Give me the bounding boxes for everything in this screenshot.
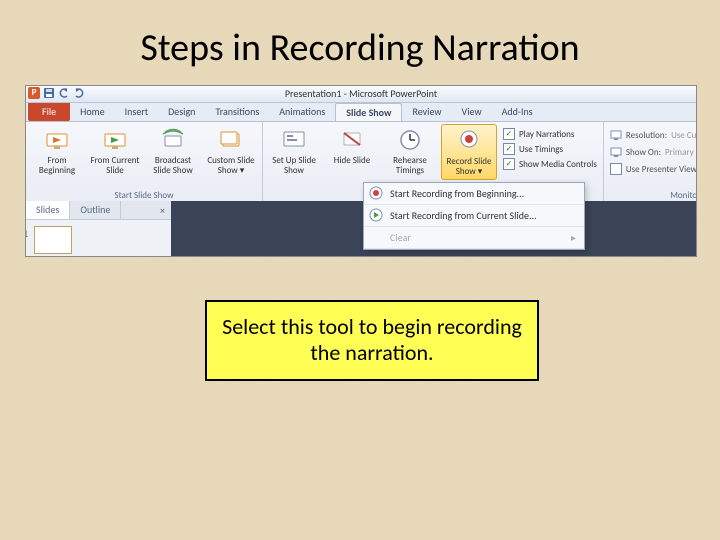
app-icon: P bbox=[28, 87, 40, 99]
checkbox-icon: ✓ bbox=[503, 128, 515, 140]
undo-icon[interactable] bbox=[58, 87, 70, 99]
ribbon-tabs: File Home Insert Design Transitions Anim… bbox=[26, 103, 696, 122]
checkbox-icon: ✓ bbox=[503, 158, 515, 170]
dd-label: Start Recording from Beginning... bbox=[390, 187, 524, 200]
show-media-label: Show Media Controls bbox=[519, 159, 597, 170]
play-narrations-option[interactable]: ✓ Play Narrations bbox=[503, 128, 597, 140]
custom-slideshow-label: Custom Slide Show ▾ bbox=[205, 156, 257, 176]
checkbox-icon: ✓ bbox=[610, 163, 622, 175]
pane-tab-slides[interactable]: Slides bbox=[26, 201, 70, 219]
chevron-right-icon: ▸ bbox=[571, 231, 576, 244]
hide-slide-icon bbox=[338, 126, 366, 154]
show-on-setting[interactable]: Show On: Primary Monitor ▾ bbox=[610, 145, 697, 159]
show-media-option[interactable]: ✓ Show Media Controls bbox=[503, 158, 597, 170]
from-current-label: From Current Slide bbox=[89, 156, 141, 176]
tab-animations[interactable]: Animations bbox=[269, 103, 335, 121]
use-timings-label: Use Timings bbox=[519, 144, 563, 155]
show-on-value: Primary Monitor bbox=[665, 147, 697, 158]
projector-play-icon bbox=[101, 126, 129, 154]
powerpoint-window: P Presentation1 - Microsoft PowerPoint F… bbox=[25, 85, 697, 257]
custom-slideshow-button[interactable]: Custom Slide Show ▾ bbox=[204, 124, 258, 178]
record-dropdown: Start Recording from Beginning... Start … bbox=[363, 182, 585, 250]
save-icon[interactable] bbox=[43, 87, 55, 99]
dropdown-item-from-current[interactable]: Start Recording from Current Slide... bbox=[364, 205, 584, 227]
tab-view[interactable]: View bbox=[452, 103, 492, 121]
rehearse-button[interactable]: Rehearse Timings bbox=[383, 124, 437, 178]
setup-options: ✓ Play Narrations ✓ Use Timings ✓ Show M… bbox=[501, 124, 599, 174]
pane-tab-outline[interactable]: Outline bbox=[70, 201, 121, 219]
record-icon bbox=[368, 185, 384, 201]
record-slideshow-button[interactable]: Record Slide Show ▾ bbox=[441, 124, 497, 180]
projector-icon bbox=[43, 126, 71, 154]
presenter-view-label: Use Presenter View bbox=[626, 164, 697, 175]
broadcast-button[interactable]: Broadcast Slide Show bbox=[146, 124, 200, 178]
titlebar: P Presentation1 - Microsoft PowerPoint bbox=[26, 86, 696, 103]
show-on-label: Show On: bbox=[626, 147, 661, 158]
record-icon bbox=[455, 127, 483, 155]
presenter-view-option[interactable]: ✓ Use Presenter View bbox=[610, 162, 697, 176]
from-beginning-button[interactable]: From Beginning bbox=[30, 124, 84, 178]
resolution-setting[interactable]: Resolution: Use Current Resolution ▾ bbox=[610, 128, 697, 142]
hide-slide-button[interactable]: Hide Slide bbox=[325, 124, 379, 168]
slide-title: Steps in Recording Narration bbox=[0, 25, 720, 71]
dropdown-item-from-beginning[interactable]: Start Recording from Beginning... bbox=[364, 183, 584, 205]
group-monitors: Resolution: Use Current Resolution ▾ Sho… bbox=[604, 122, 697, 202]
setup-icon bbox=[280, 126, 308, 154]
tab-add-ins[interactable]: Add-Ins bbox=[492, 103, 543, 121]
dd-label: Start Recording from Current Slide... bbox=[390, 209, 537, 222]
pane-tabs: Slides Outline × bbox=[26, 201, 171, 220]
from-current-button[interactable]: From Current Slide bbox=[88, 124, 142, 178]
instruction-callout: Select this tool to begin recording the … bbox=[205, 300, 539, 381]
slide-number: 1 bbox=[25, 227, 28, 240]
tab-home[interactable]: Home bbox=[70, 103, 114, 121]
dd-label: Clear bbox=[390, 231, 411, 244]
slides-pane: Slides Outline × 1 bbox=[26, 201, 172, 256]
window-title: Presentation1 - Microsoft PowerPoint bbox=[285, 87, 437, 100]
dropdown-item-clear[interactable]: Clear ▸ bbox=[364, 227, 584, 249]
ribbon: From Beginning From Current Slide Broadc… bbox=[26, 122, 696, 203]
setup-button[interactable]: Set Up Slide Show bbox=[267, 124, 321, 178]
record-label: Record Slide Show ▾ bbox=[443, 157, 495, 177]
clock-icon bbox=[396, 126, 424, 154]
redo-icon[interactable] bbox=[73, 87, 85, 99]
record-play-icon bbox=[368, 207, 384, 223]
hide-slide-label: Hide Slide bbox=[334, 156, 370, 166]
resolution-label: Resolution: bbox=[626, 130, 667, 141]
slide-thumbnail[interactable]: 1 bbox=[34, 226, 72, 254]
tab-transitions[interactable]: Transitions bbox=[205, 103, 269, 121]
checkbox-icon: ✓ bbox=[503, 143, 515, 155]
file-tab[interactable]: File bbox=[28, 103, 70, 121]
use-timings-option[interactable]: ✓ Use Timings bbox=[503, 143, 597, 155]
setup-label: Set Up Slide Show bbox=[268, 156, 320, 176]
quick-access-toolbar: P bbox=[28, 87, 85, 99]
play-narrations-label: Play Narrations bbox=[519, 129, 574, 140]
close-icon[interactable]: × bbox=[154, 204, 171, 217]
custom-slideshow-icon bbox=[217, 126, 245, 154]
monitor-icon bbox=[610, 146, 622, 158]
broadcast-icon bbox=[159, 126, 187, 154]
monitor-icon bbox=[610, 129, 622, 141]
tab-slide-show[interactable]: Slide Show bbox=[335, 103, 402, 121]
resolution-value: Use Current Resolution bbox=[671, 130, 697, 141]
tab-review[interactable]: Review bbox=[402, 103, 451, 121]
rehearse-label: Rehearse Timings bbox=[384, 156, 436, 176]
broadcast-label: Broadcast Slide Show bbox=[147, 156, 199, 176]
from-beginning-label: From Beginning bbox=[31, 156, 83, 176]
tab-design[interactable]: Design bbox=[158, 103, 205, 121]
group-start-slide-show: From Beginning From Current Slide Broadc… bbox=[26, 122, 263, 202]
tab-insert[interactable]: Insert bbox=[115, 103, 159, 121]
